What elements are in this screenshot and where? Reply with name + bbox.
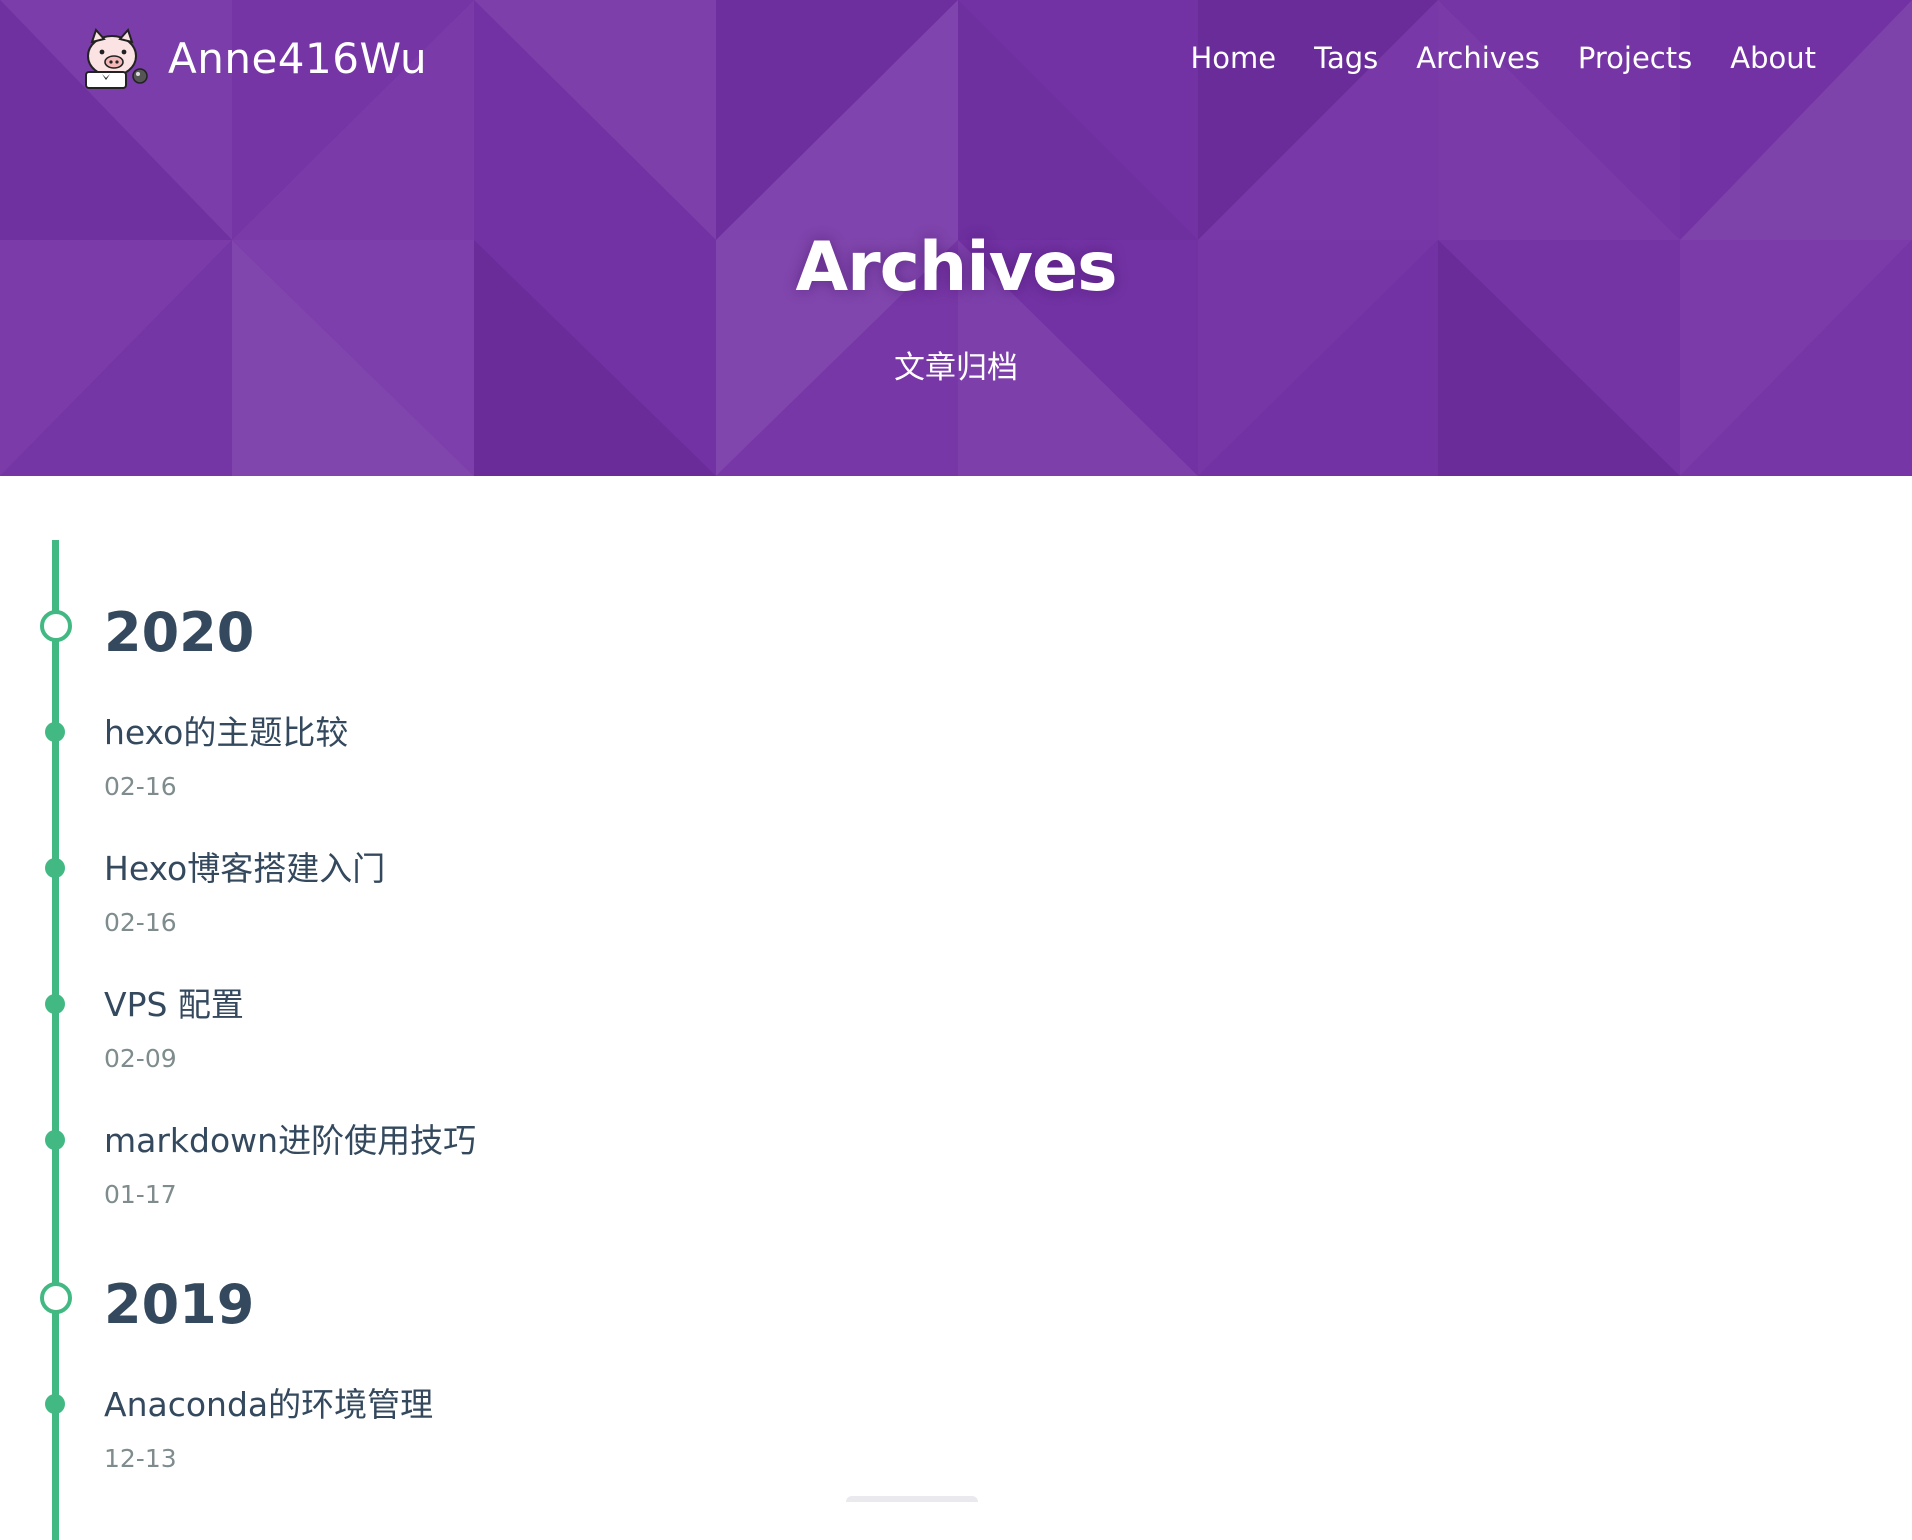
hero-banner: Anne416Wu Home Tags Archives Projects Ab… — [0, 0, 1912, 476]
nav-tags[interactable]: Tags — [1314, 41, 1378, 75]
nav-archives[interactable]: Archives — [1416, 41, 1540, 75]
top-nav: Home Tags Archives Projects About — [1152, 34, 1816, 82]
timeline-rail — [52, 540, 59, 1540]
post-marker-dot — [45, 722, 65, 742]
site-brand-link[interactable]: Anne416Wu — [76, 26, 427, 90]
post-title-link[interactable]: hexo的主题比较 — [104, 716, 348, 749]
post-title-link[interactable]: Anaconda的环境管理 — [104, 1388, 433, 1421]
post-date: 02-16 — [104, 772, 177, 801]
post-date: 02-16 — [104, 908, 177, 937]
post-marker-dot — [45, 1394, 65, 1414]
pig-avatar-icon — [85, 28, 148, 89]
year-marker-dot — [40, 610, 72, 642]
post-title-link[interactable]: Hexo博客搭建入门 — [104, 852, 385, 885]
site-name: Anne416Wu — [168, 33, 428, 83]
nav-home[interactable]: Home — [1190, 41, 1276, 75]
post-date: 02-09 — [104, 1044, 177, 1073]
post-title-link[interactable]: VPS 配置 — [104, 988, 244, 1021]
nav-about[interactable]: About — [1730, 41, 1816, 75]
back-to-top-tab[interactable] — [846, 1496, 978, 1502]
post-marker-dot — [45, 1130, 65, 1150]
post-marker-dot — [45, 994, 65, 1014]
nav-projects[interactable]: Projects — [1578, 41, 1692, 75]
page-subtitle: 文章归档 — [894, 350, 1018, 386]
year-marker-dot — [40, 1282, 72, 1314]
post-date: 01-17 — [104, 1180, 177, 1209]
post-date: 12-13 — [104, 1444, 177, 1473]
archive-timeline: 2020 hexo的主题比较 02-16 Hexo博客搭建入门 02-16 VP… — [0, 476, 1912, 1540]
post-title-link[interactable]: markdown进阶使用技巧 — [104, 1124, 476, 1157]
page-title: Archives — [795, 228, 1117, 307]
year-heading: 2019 — [104, 1273, 255, 1336]
year-heading: 2020 — [104, 601, 255, 664]
post-marker-dot — [45, 858, 65, 878]
